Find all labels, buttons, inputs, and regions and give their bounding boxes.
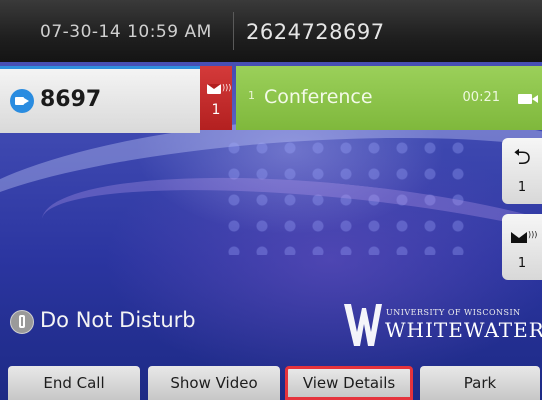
voicemail-key[interactable]: ))) 1 xyxy=(502,214,542,280)
park-button[interactable]: Park xyxy=(420,366,540,400)
voicemail-count: 1 xyxy=(211,102,221,118)
softkey-bar: End Call Show Video View Details Park xyxy=(0,366,542,400)
end-call-button[interactable]: End Call xyxy=(8,366,140,400)
phone-screen: 07-30-14 10:59 AM 2624728697 8697 ))) 1 … xyxy=(0,0,542,400)
phone-number: 2624728697 xyxy=(246,20,385,44)
status-header: 07-30-14 10:59 AM 2624728697 xyxy=(0,0,542,62)
do-not-disturb-label: Do Not Disturb xyxy=(40,308,196,332)
video-call-icon xyxy=(10,89,34,113)
header-divider xyxy=(233,12,234,50)
logo-w-icon xyxy=(344,304,382,346)
call-forward-count: 1 xyxy=(517,180,527,195)
show-video-button[interactable]: Show Video xyxy=(148,366,280,400)
call-forward-icon: ⮌ xyxy=(513,145,531,170)
call-duration: 00:21 xyxy=(462,90,500,105)
envelope-icon xyxy=(207,84,221,94)
active-call-key[interactable]: 1 Conference 00:21 xyxy=(236,66,542,130)
university-logo: UNIVERSITY OF WISCONSIN WHITEWATER xyxy=(340,298,542,356)
logo-university-text: UNIVERSITY OF WISCONSIN xyxy=(386,308,521,317)
call-forward-key[interactable]: ⮌ 1 xyxy=(502,138,542,204)
call-index: 1 xyxy=(248,89,255,102)
line-key[interactable]: 8697 xyxy=(0,66,200,133)
logo-whitewater-text: WHITEWATER xyxy=(385,318,542,342)
voicemail-indicator-icon: ))) xyxy=(528,230,538,239)
voicemail-icon xyxy=(511,232,527,243)
line-row: 8697 ))) 1 1 Conference 00:21 xyxy=(0,66,542,133)
view-details-button[interactable]: View Details xyxy=(285,366,413,400)
line-extension: 8697 xyxy=(40,87,102,112)
do-not-disturb-icon xyxy=(10,310,34,334)
call-label: Conference xyxy=(264,86,373,108)
video-camera-icon xyxy=(518,94,538,104)
voicemail-indicator-icon: ))) xyxy=(222,83,232,92)
voicemail-badge[interactable]: ))) 1 xyxy=(200,66,232,130)
date-time: 07-30-14 10:59 AM xyxy=(40,22,212,42)
voicemail-key-count: 1 xyxy=(517,256,527,271)
